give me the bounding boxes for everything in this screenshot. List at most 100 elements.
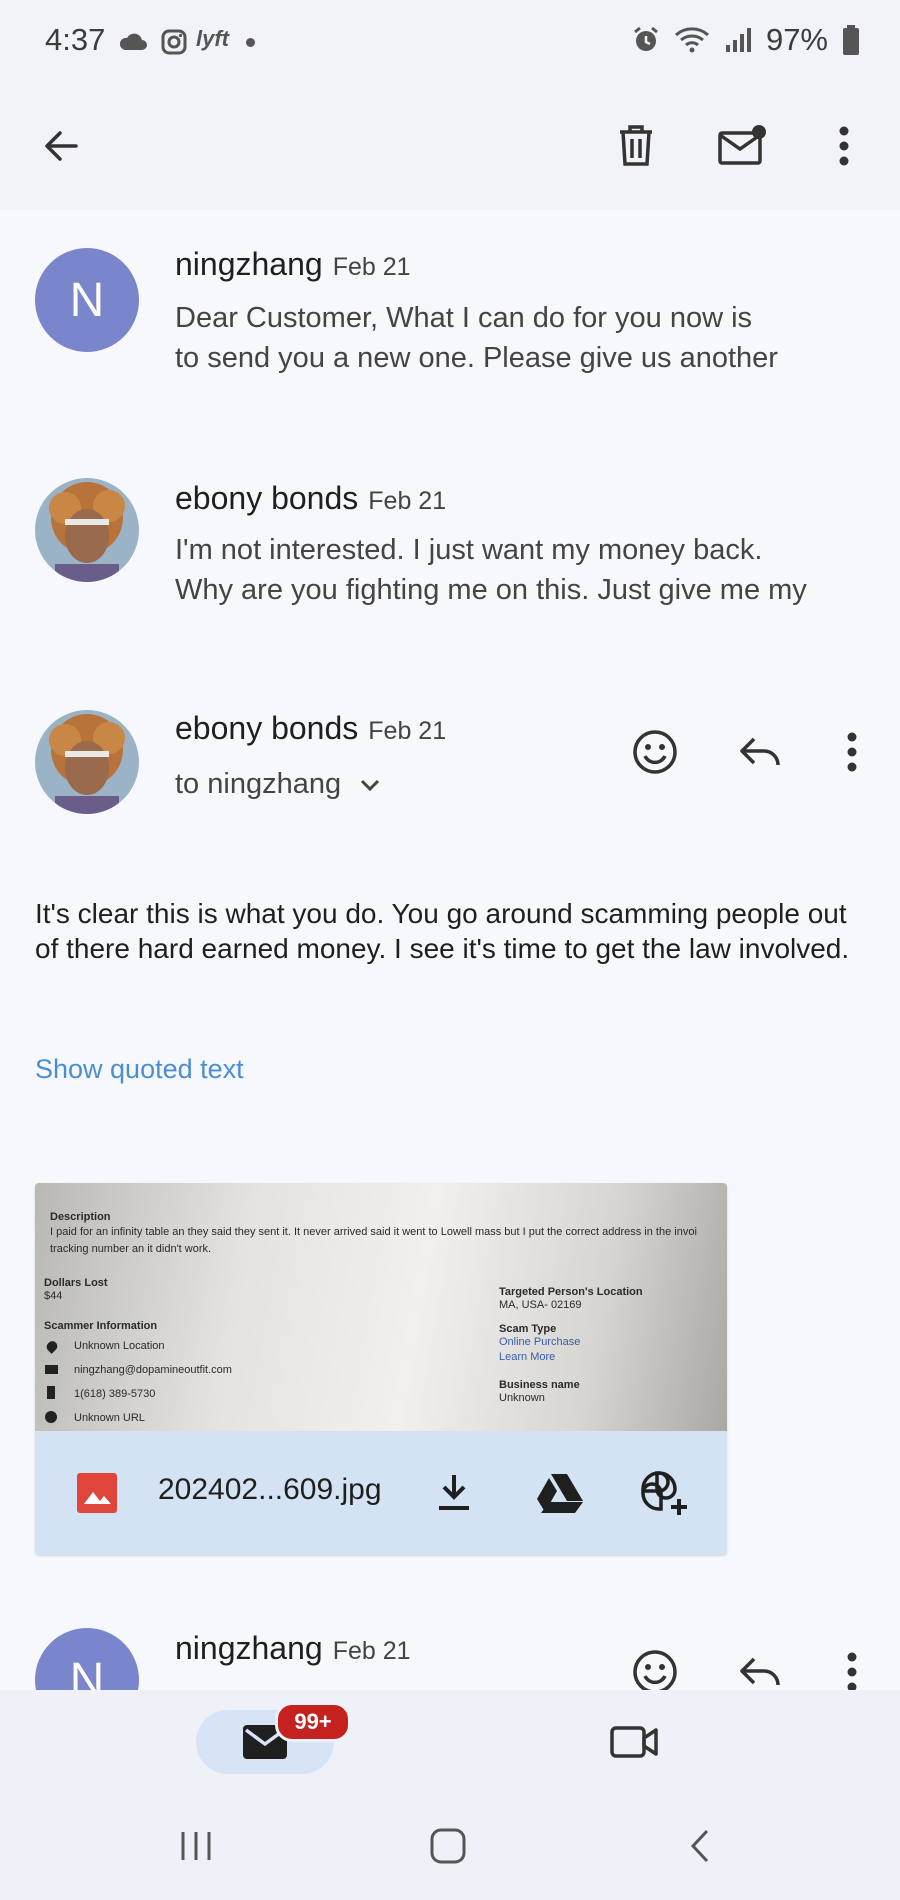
home-button[interactable]	[418, 1816, 478, 1876]
attachment-filename: 202402...609.jpg	[158, 1473, 382, 1506]
snippet-line: Dear Customer, What I can do for you now…	[175, 302, 753, 334]
chevron-down-icon	[361, 779, 380, 791]
message-item[interactable]: N ningzhang Feb 21 Dear Customer, What I …	[0, 210, 900, 433]
chevron-left-icon	[690, 1829, 709, 1863]
preview-text: MA, USA- 02169	[499, 1299, 582, 1311]
message-snippet: Dear Customer, What I can do for you now…	[175, 298, 855, 378]
home-icon	[430, 1828, 466, 1864]
more-vert-icon	[839, 126, 849, 166]
preview-text: Business name	[499, 1379, 580, 1391]
message-date: Feb 21	[368, 717, 447, 745]
download-button[interactable]	[424, 1463, 484, 1523]
cloud-icon	[119, 33, 147, 50]
wifi-icon	[674, 27, 709, 53]
recent-apps-icon	[181, 1832, 211, 1860]
avatar-photo	[35, 478, 139, 582]
emoji-icon	[633, 1650, 677, 1690]
preview-text: tracking number an it didn't work.	[50, 1243, 212, 1255]
add-to-photos-button[interactable]	[634, 1463, 694, 1523]
add-reaction-button[interactable]	[625, 722, 685, 782]
preview-text: Dollars Lost	[44, 1277, 108, 1289]
signal-icon	[725, 28, 751, 52]
recipient-text: to ningzhang	[175, 768, 342, 800]
message-item[interactable]: N ningzhang Feb 21	[0, 1582, 900, 1690]
battery-percent: 97%	[765, 22, 828, 57]
photos-add-icon	[641, 1471, 687, 1515]
show-quoted-text-link[interactable]: Show quoted text	[35, 1054, 244, 1085]
attachment-card[interactable]: Description I paid for an infinity table…	[35, 1183, 727, 1555]
back-arrow-icon	[45, 131, 78, 161]
recipient-toggle[interactable]: to ningzhang	[175, 768, 381, 801]
meet-tab[interactable]	[604, 1712, 664, 1772]
save-to-drive-button[interactable]	[529, 1463, 589, 1523]
preview-text: I paid for an infinity table an they sai…	[50, 1226, 697, 1238]
preview-text: Description	[50, 1211, 111, 1223]
reply-icon	[740, 737, 780, 766]
image-file-icon	[77, 1473, 117, 1513]
preview-text: $44	[44, 1290, 63, 1302]
mark-unread-icon	[718, 125, 766, 165]
sender-row: ebony bonds Feb 21	[175, 710, 446, 747]
delete-button[interactable]	[606, 116, 666, 176]
message-body: It's clear this is what you do. You go a…	[35, 898, 850, 964]
instagram-icon	[161, 29, 187, 55]
preview-text: Unknown	[499, 1392, 545, 1404]
attachment-preview[interactable]: Description I paid for an infinity table…	[35, 1183, 727, 1431]
status-bar: 4:37 lyft 97%	[0, 0, 900, 84]
sender-name: ningzhang	[175, 1630, 323, 1666]
avatar: N	[35, 248, 139, 352]
preview-text: Learn More	[499, 1351, 556, 1363]
download-icon	[439, 1475, 469, 1510]
snippet-line: I'm not interested. I just want my money…	[175, 534, 763, 566]
more-options-button[interactable]	[814, 116, 874, 176]
message-more-button[interactable]	[822, 1642, 882, 1690]
preview-text: Unknown Location	[74, 1340, 165, 1352]
message-item[interactable]: ebony bonds Feb 21 I'm not interested. I …	[0, 432, 900, 665]
avatar-photo	[35, 710, 139, 814]
bottom-navigation: 99+	[0, 1690, 900, 1900]
snippet-line: Why are you fighting me on this. Just gi…	[175, 574, 807, 606]
more-vert-icon	[847, 1652, 857, 1690]
attachment-bar: 202402...609.jpg	[35, 1431, 727, 1555]
mark-unread-button[interactable]	[712, 116, 772, 176]
more-vert-icon	[847, 732, 857, 772]
reply-button[interactable]	[730, 722, 790, 782]
reply-button[interactable]	[730, 1642, 790, 1690]
sender-name: ebony bonds	[175, 710, 359, 746]
preview-text: ningzhang@dopamineoutfit.com	[74, 1364, 232, 1376]
avatar: N	[35, 1628, 139, 1690]
reply-icon	[740, 1657, 780, 1686]
message-date: Feb 21	[368, 487, 447, 515]
sender-row: ningzhang Feb 21	[175, 246, 411, 283]
email-icon	[45, 1365, 58, 1374]
globe-icon	[45, 1411, 57, 1423]
preview-text: 1(618) 389-5730	[74, 1388, 156, 1400]
status-right: 97%	[632, 22, 860, 58]
lyft-icon: lyft	[196, 26, 229, 51]
preview-text: Scam Type	[499, 1323, 557, 1335]
sender-name: ebony bonds	[175, 480, 359, 516]
sender-row: ebony bonds Feb 21	[175, 480, 446, 517]
message-more-button[interactable]	[822, 722, 882, 782]
preview-text: Unknown URL	[74, 1412, 145, 1424]
back-button[interactable]	[30, 116, 90, 176]
alarm-icon	[634, 26, 658, 51]
video-camera-icon	[610, 1726, 658, 1758]
sender-row: ningzhang Feb 21	[175, 1630, 411, 1667]
status-time: 4:37	[45, 22, 106, 57]
snippet-line: to send you a new one. Please give us an…	[175, 342, 778, 374]
system-back-button[interactable]	[670, 1816, 730, 1876]
recent-apps-button[interactable]	[166, 1816, 226, 1876]
preview-text: Online Purchase	[499, 1336, 581, 1348]
sender-name: ningzhang	[175, 246, 323, 282]
unread-badge: 99+	[275, 1702, 351, 1742]
preview-text: Scammer Information	[44, 1320, 158, 1332]
preview-text: Targeted Person's Location	[499, 1286, 643, 1298]
message-snippet: I'm not interested. I just want my money…	[175, 530, 855, 610]
add-reaction-button[interactable]	[625, 1642, 685, 1690]
trash-icon	[620, 125, 652, 166]
drive-icon	[537, 1474, 583, 1513]
avatar	[35, 710, 139, 814]
emoji-icon	[633, 730, 677, 774]
battery-icon	[843, 25, 859, 55]
